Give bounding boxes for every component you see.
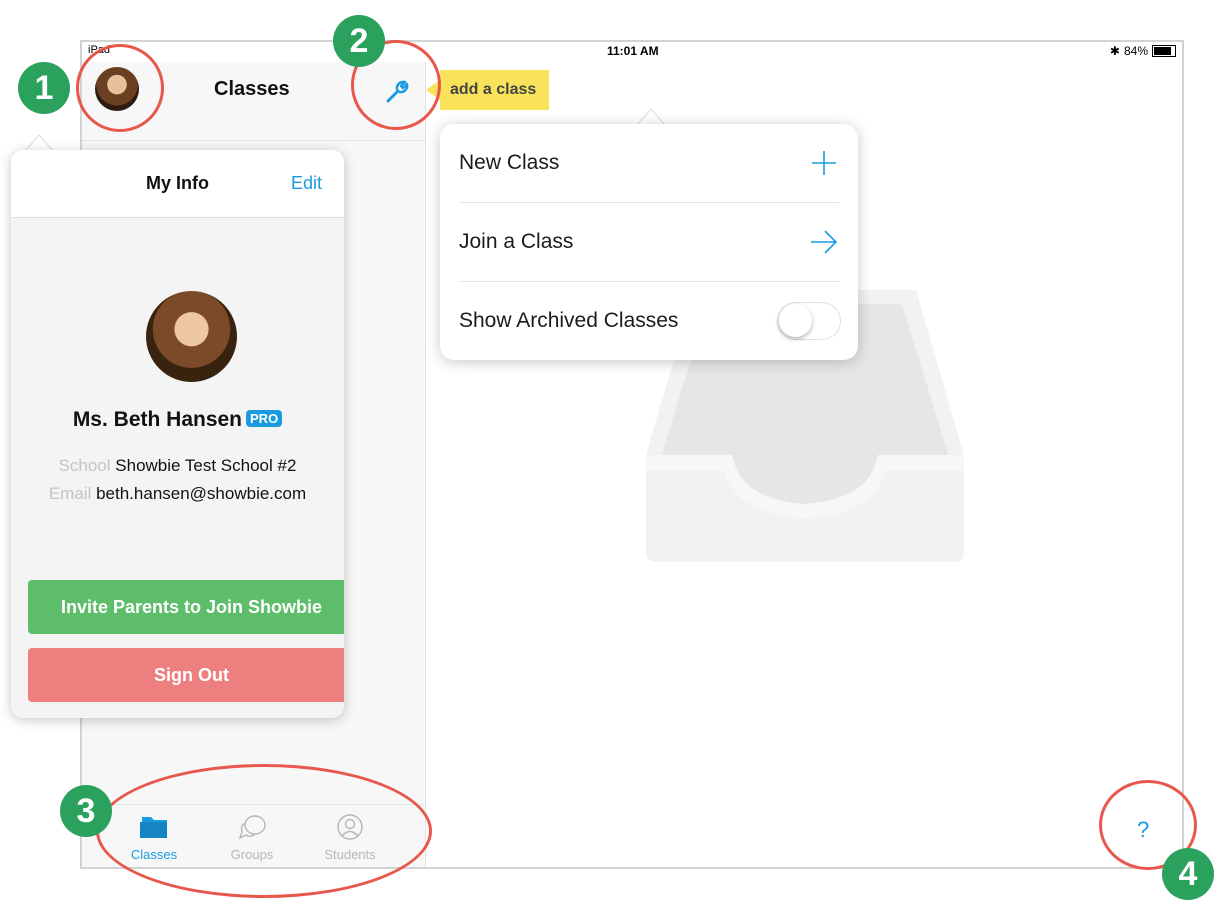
menu-item-label: New Class	[459, 151, 560, 174]
join-class-item[interactable]: Join a Class	[459, 203, 839, 282]
new-class-item[interactable]: New Class	[459, 124, 839, 203]
school-line: School Showbie Test School #2	[11, 456, 344, 476]
invite-parents-button[interactable]: Invite Parents to Join Showbie	[28, 580, 344, 634]
page-title: Classes	[214, 78, 290, 100]
pro-badge: PRO	[246, 409, 283, 427]
avatar	[146, 291, 237, 382]
user-name: Ms. Beth Hansen PRO	[11, 408, 344, 432]
show-archived-toggle[interactable]	[777, 302, 841, 340]
status-right: ✱ 84%	[1110, 44, 1176, 58]
add-class-tooltip: add a class	[440, 70, 550, 110]
plus-icon	[812, 151, 836, 175]
battery-icon	[1152, 45, 1176, 57]
arrow-right-icon	[811, 230, 838, 254]
nav-separator	[82, 140, 425, 141]
menu-item-label: Join a Class	[459, 230, 574, 253]
sign-out-button[interactable]: Sign Out	[28, 648, 344, 702]
my-info-header: My Info Edit	[11, 150, 344, 218]
email-line: Email beth.hansen@showbie.com	[11, 484, 344, 504]
email-label: Email	[48, 484, 92, 503]
user-name-text: Ms. Beth Hansen	[72, 408, 243, 431]
add-class-menu: New Class Join a Class Show Archived Cla…	[440, 124, 858, 360]
annotation-badge-4: 4	[1162, 848, 1214, 900]
annotation-badge-1: 1	[18, 62, 70, 114]
show-archived-item: Show Archived Classes	[459, 282, 841, 360]
menu-item-label: Show Archived Classes	[459, 309, 679, 332]
annotation-ring-3	[96, 764, 432, 898]
clock: 11:01 AM	[607, 44, 659, 58]
annotation-badge-2: 2	[333, 15, 385, 67]
status-bar: iPad 11:01 AM ✱ 84%	[82, 42, 1182, 62]
toggle-knob	[779, 304, 812, 337]
edit-button[interactable]: Edit	[291, 173, 322, 194]
my-info-panel: My Info Edit Ms. Beth Hansen PRO School S…	[11, 150, 344, 718]
email-value: beth.hansen@showbie.com	[96, 484, 307, 503]
bluetooth-icon: ✱	[1109, 44, 1120, 58]
annotation-ring-1	[76, 44, 164, 132]
battery-percent: 84%	[1123, 44, 1148, 58]
school-value: Showbie Test School #2	[115, 456, 297, 475]
school-label: School	[58, 456, 111, 475]
annotation-badge-3: 3	[60, 785, 112, 837]
